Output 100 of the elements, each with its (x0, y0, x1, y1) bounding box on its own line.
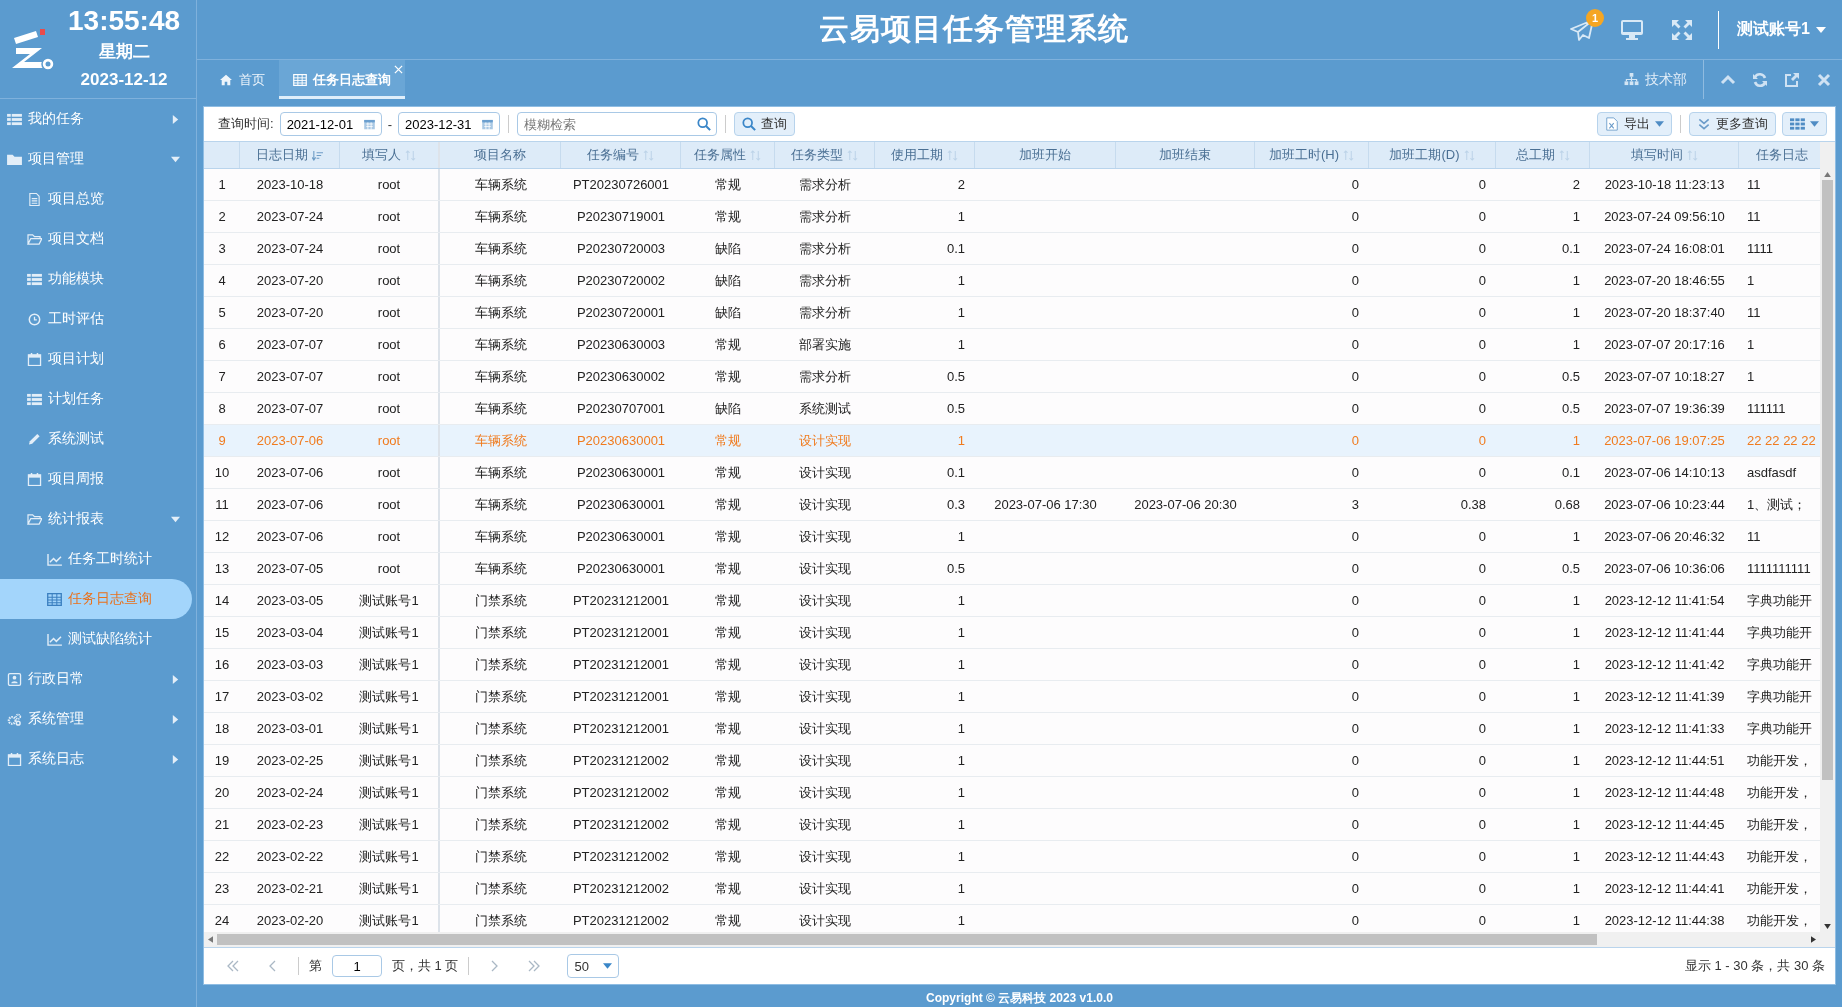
table-cell: 2023-07-06 (256, 433, 324, 448)
menu-item[interactable]: 系统管理 (0, 699, 196, 739)
menu-item[interactable]: 我的任务 (0, 99, 196, 139)
menu-item[interactable]: 统计报表 (0, 499, 196, 539)
table-cell: 0 (1478, 305, 1486, 320)
scroll-right-icon[interactable] (1811, 936, 1816, 943)
menu-item[interactable]: 项目文档 (0, 219, 196, 259)
menu-item[interactable]: 工时评估 (0, 299, 196, 339)
table-cell: 2023-07-06 19:07:25 (1604, 433, 1725, 448)
column-header[interactable]: 填写时间 (1590, 142, 1739, 168)
table-row[interactable]: 21 2023-02-23 测试账号1 门禁系统 PT20231212002 常规 设计实现 1 0 0 1 2023-12-12 11:44:45 功能开发， (204, 809, 1820, 841)
sort-icon (1686, 149, 1698, 161)
menu-item[interactable]: 测试缺陷统计 (0, 619, 196, 659)
table-cell: 2023-07-24 16:08:01 (1604, 241, 1725, 256)
table-row[interactable]: 6 2023-07-07 root 车辆系统 P20230630003 常规 部署实施 1 0 0 1 2023-07-07 20:17:16 1 (204, 329, 1820, 361)
table-row[interactable]: 12 2023-07-06 root 车辆系统 P20230630001 常规 设计实现 1 0 0 1 2023-07-06 20:46:32 11 (204, 521, 1820, 553)
refresh-icon[interactable] (1752, 71, 1768, 88)
column-header[interactable]: 任务属性 (681, 142, 775, 168)
user-menu[interactable]: 测试账号1 (1733, 15, 1830, 44)
table-row[interactable]: 9 2023-07-06 root 车辆系统 P20230630001 常规 设计实现 1 0 0 1 2023-07-06 19:07:25 22 22 22 22 (204, 425, 1820, 457)
close-icon[interactable] (394, 65, 403, 74)
table-cell: 2023-03-04 (256, 625, 324, 640)
table-row[interactable]: 14 2023-03-05 测试账号1 门禁系统 PT20231212001 常规 设计实现 1 0 0 1 2023-12-12 11:41:54 字典功能开 (204, 585, 1820, 617)
table-cell: 2023-12-12 11:41:44 (1604, 625, 1725, 640)
calendar-icon[interactable] (362, 118, 376, 130)
date-field[interactable]: 2021-12-01 (279, 112, 382, 136)
column-header[interactable]: 加班结束 (1116, 142, 1255, 168)
table-row[interactable]: 17 2023-03-02 测试账号1 门禁系统 PT20231212001 常规 设计实现 1 0 0 1 2023-12-12 11:41:39 字典功能开 (204, 681, 1820, 713)
horizontal-scrollbar[interactable] (204, 932, 1820, 947)
table-row[interactable]: 18 2023-03-01 测试账号1 门禁系统 PT20231212001 常规 设计实现 1 0 0 1 2023-12-12 11:41:33 字典功能开 (204, 713, 1820, 745)
table-cell: 2023-12-12 11:44:51 (1604, 753, 1725, 768)
table-row[interactable]: 4 2023-07-20 root 车辆系统 P20230720002 缺陷 需求分析 1 0 0 1 2023-07-20 18:46:55 1 (204, 265, 1820, 297)
table-cell: 0.5 (1561, 369, 1580, 384)
list-icon (27, 392, 42, 406)
table-cell: 0 (1351, 433, 1359, 448)
column-header[interactable]: 加班开始 (975, 142, 1116, 168)
column-header[interactable]: 加班工时(H) (1255, 142, 1369, 168)
page-input[interactable]: 1 (332, 955, 382, 977)
search-button[interactable]: 查询 (733, 112, 795, 136)
table-cell: 0 (1351, 913, 1359, 928)
table-row[interactable]: 23 2023-02-21 测试账号1 门禁系统 PT20231212002 常规 设计实现 1 0 0 1 2023-12-12 11:44:41 功能开发， (204, 873, 1820, 905)
table-row[interactable]: 22 2023-02-22 测试账号1 门禁系统 PT20231212002 常规 设计实现 1 0 0 1 2023-12-12 11:44:43 功能开发， (204, 841, 1820, 873)
last-page-icon[interactable] (527, 960, 542, 972)
column-header[interactable]: 任务类型 (775, 142, 875, 168)
table-cell: 5 (218, 305, 226, 320)
more-query-button[interactable]: 更多查询 (1689, 112, 1776, 136)
menu-item[interactable]: 项目总览 (0, 179, 196, 219)
scroll-left-icon[interactable] (208, 936, 213, 943)
menu-item[interactable]: 功能模块 (0, 259, 196, 299)
table-cell: 车辆系统 (474, 239, 527, 258)
table-row[interactable]: 19 2023-02-25 测试账号1 门禁系统 PT20231212002 常规 设计实现 1 0 0 1 2023-12-12 11:44:51 功能开发， (204, 745, 1820, 777)
table-row[interactable]: 7 2023-07-07 root 车辆系统 P20230630002 常规 需求分析 0.5 0 0 0.5 2023-07-07 10:18:27 1 (204, 361, 1820, 393)
search-icon[interactable] (696, 117, 711, 131)
close-icon[interactable] (1816, 71, 1832, 88)
table-row[interactable]: 20 2023-02-24 测试账号1 门禁系统 PT20231212002 常规 设计实现 1 0 0 1 2023-12-12 11:44:48 功能开发， (204, 777, 1820, 809)
columns-button[interactable] (1782, 112, 1827, 136)
menu-item[interactable]: 任务工时统计 (0, 539, 196, 579)
export-button[interactable]: 导出 (1597, 112, 1672, 136)
menu-item[interactable]: 系统测试 (0, 419, 196, 459)
table-row[interactable]: 10 2023-07-06 root 车辆系统 P20230630001 常规 设计实现 0.1 0 0 0.1 2023-07-06 14:10:13 asdfasdf (204, 457, 1820, 489)
table-cell: 0.5 (946, 561, 965, 576)
column-header[interactable]: 使用工期 (875, 142, 975, 168)
menu-item[interactable]: 项目管理 (0, 139, 196, 179)
table-cell: 1 (1572, 625, 1580, 640)
vertical-scrollbar[interactable] (1820, 142, 1835, 947)
scroll-down-icon[interactable] (1824, 924, 1831, 929)
table-row[interactable]: 8 2023-07-07 root 车辆系统 P20230707001 缺陷 系统测试 0.5 0 0 0.5 2023-07-07 19:36:39 111111 (204, 393, 1820, 425)
table-row[interactable]: 15 2023-03-04 测试账号1 门禁系统 PT20231212001 常规 设计实现 1 0 0 1 2023-12-12 11:41:44 字典功能开 (204, 617, 1820, 649)
column-header[interactable]: 总工期 (1496, 142, 1590, 168)
table-cell: 设计实现 (799, 431, 851, 450)
search-field[interactable]: 模糊检索 (516, 112, 717, 136)
sort-descending-icon (312, 149, 323, 161)
table-row[interactable]: 2 2023-07-24 root 车辆系统 P20230719001 常规 需求分析 1 0 0 1 2023-07-24 09:56:10 11 (204, 201, 1820, 233)
column-header[interactable]: 项目名称 (440, 142, 561, 168)
table-row[interactable]: 1 2023-10-18 root 车辆系统 PT20230726001 常规 需求分析 2 0 0 2 2023-10-18 11:23:13 11 (204, 169, 1820, 201)
table-row[interactable]: 11 2023-07-06 root 车辆系统 P20230630001 常规 设计实现 0.3 2023-07-06 17:30 2023-07-06 20:30 3 0.38 0.68 2023-07-06 10:23:44 1、测试； (204, 489, 1820, 521)
menu-item[interactable]: 行政日常 (0, 659, 196, 699)
table-row[interactable]: 16 2023-03-03 测试账号1 门禁系统 PT20231212001 常规 设计实现 1 0 0 1 2023-12-12 11:41:42 字典功能开 (204, 649, 1820, 681)
column-header[interactable]: 日志日期 (240, 142, 340, 168)
table-row[interactable]: 5 2023-07-20 root 车辆系统 P20230720001 缺陷 需求分析 1 0 0 1 2023-07-20 18:37:40 11 (204, 297, 1820, 329)
table-cell: 0 (1351, 401, 1359, 416)
menu-item[interactable]: 系统日志 (0, 739, 196, 779)
scroll-up-icon[interactable] (1824, 172, 1831, 177)
first-page-icon[interactable] (226, 960, 240, 972)
table-cell: 设计实现 (799, 527, 851, 546)
menu-item[interactable]: 计划任务 (0, 379, 196, 419)
column-header[interactable]: 加班工期(D) (1369, 142, 1496, 168)
tab[interactable]: 首页 (205, 60, 279, 99)
tab[interactable]: 任务日志查询 (279, 60, 405, 99)
external-link-icon[interactable] (1784, 71, 1800, 88)
menu-item[interactable]: 项目计划 (0, 339, 196, 379)
page-size-select[interactable]: 50 (567, 954, 619, 978)
table-row[interactable]: 13 2023-07-05 root 车辆系统 P20230630001 常规 设计实现 0.5 0 0 0.5 2023-07-06 10:36:06 1111111111 (204, 553, 1820, 585)
calendar-icon[interactable] (480, 118, 494, 130)
table-row[interactable]: 3 2023-07-24 root 车辆系统 P20230720003 缺陷 需求分析 0.1 0 0 0.1 2023-07-24 16:08:01 1111 (204, 233, 1820, 265)
date-field[interactable]: 2023-12-31 (397, 112, 500, 136)
menu-item[interactable]: 项目周报 (0, 459, 196, 499)
column-header[interactable]: 任务编号 (561, 142, 681, 168)
table-cell: 车辆系统 (474, 399, 527, 418)
table-cell: root (377, 529, 401, 544)
